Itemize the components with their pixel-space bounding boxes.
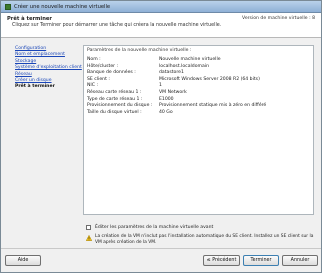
wizard-steps-nav: Configuration Nom et emplacement Stockag… [15,46,82,91]
setting-key: Banque de données : [87,70,136,76]
warning-text: La création de la VM n'inclut pas l'inst… [95,234,314,245]
help-button[interactable]: Aide [5,255,41,266]
settings-summary-label: Paramètres de la nouvelle machine virtue… [87,48,192,53]
setting-row: Réseau carte réseau 1 : VM Network [87,90,311,97]
setting-value: 40 Go [159,109,173,115]
setting-value: E1000 [159,96,174,102]
window-title: Créer une nouvelle machine virtuelle [14,4,111,10]
finish-button[interactable]: Terminer [243,255,279,266]
edit-settings-label[interactable]: Éditer les paramètres de la machine virt… [95,225,213,230]
title-bar[interactable]: Créer une nouvelle machine virtuelle [1,1,321,13]
previous-button[interactable]: ≤ Précédent [203,255,240,266]
warning-icon [86,235,92,241]
setting-row: Taille du disque virtuel : 40 Go [87,110,311,117]
vm-app-icon [5,4,11,10]
setting-value: 1 [159,83,162,89]
step-guest-os[interactable]: Système d'exploitation client [15,65,82,71]
setting-key: NIC : [87,83,99,89]
setting-key: Taille du disque virtuel : [87,109,142,115]
setting-key: Réseau carte réseau 1 : [87,89,142,95]
setting-key: Type de carte réseau 1 : [87,96,143,102]
edit-settings-checkbox[interactable] [86,225,91,230]
setting-value: Provisionnement statique mis à zéro en d… [159,103,267,109]
setting-key: Provisionnement du disque : [87,103,153,109]
setting-value: datastore1 [159,70,184,76]
setting-value: Nouvelle machine virtuelle [159,57,221,62]
settings-summary-panel: Paramètres de la nouvelle machine virtue… [83,45,314,215]
setting-value: Microsoft Windows Server 2008 R2 (64 bit… [159,76,260,82]
cancel-button[interactable]: Annuler [282,255,318,266]
wizard-header: Prêt à terminer Cliquez sur Terminer pou… [1,13,321,38]
setting-key: SE client : [87,76,110,82]
step-ready-to-complete: Prêt à terminer [15,84,55,90]
vm-version-label: Version de machine virtuelle : 8 [242,16,315,21]
setting-value: VM Network [159,89,187,95]
footer-divider [1,248,321,249]
setting-row: Banque de données : datastore1 [87,70,311,77]
setting-row: NIC : 1 [87,83,311,90]
setting-row: SE client : Microsoft Windows Server 2008… [87,77,311,84]
page-title: Prêt à terminer [7,16,52,22]
setting-key: Hôte/cluster : [87,63,119,69]
settings-list: Nom : Nouvelle machine virtuelle Hôte/clu… [87,57,311,116]
setting-row: Provisionnement du disque : Provisionneme… [87,103,311,110]
setting-key: Nom : [87,57,101,62]
setting-value: localhost.localdomain [159,63,209,69]
setting-row: Nom : Nouvelle machine virtuelle [87,57,311,64]
page-subtitle: Cliquez sur Terminer pour démarrer une t… [12,23,222,28]
wizard-window: Créer une nouvelle machine virtuelle Prê… [0,0,322,273]
